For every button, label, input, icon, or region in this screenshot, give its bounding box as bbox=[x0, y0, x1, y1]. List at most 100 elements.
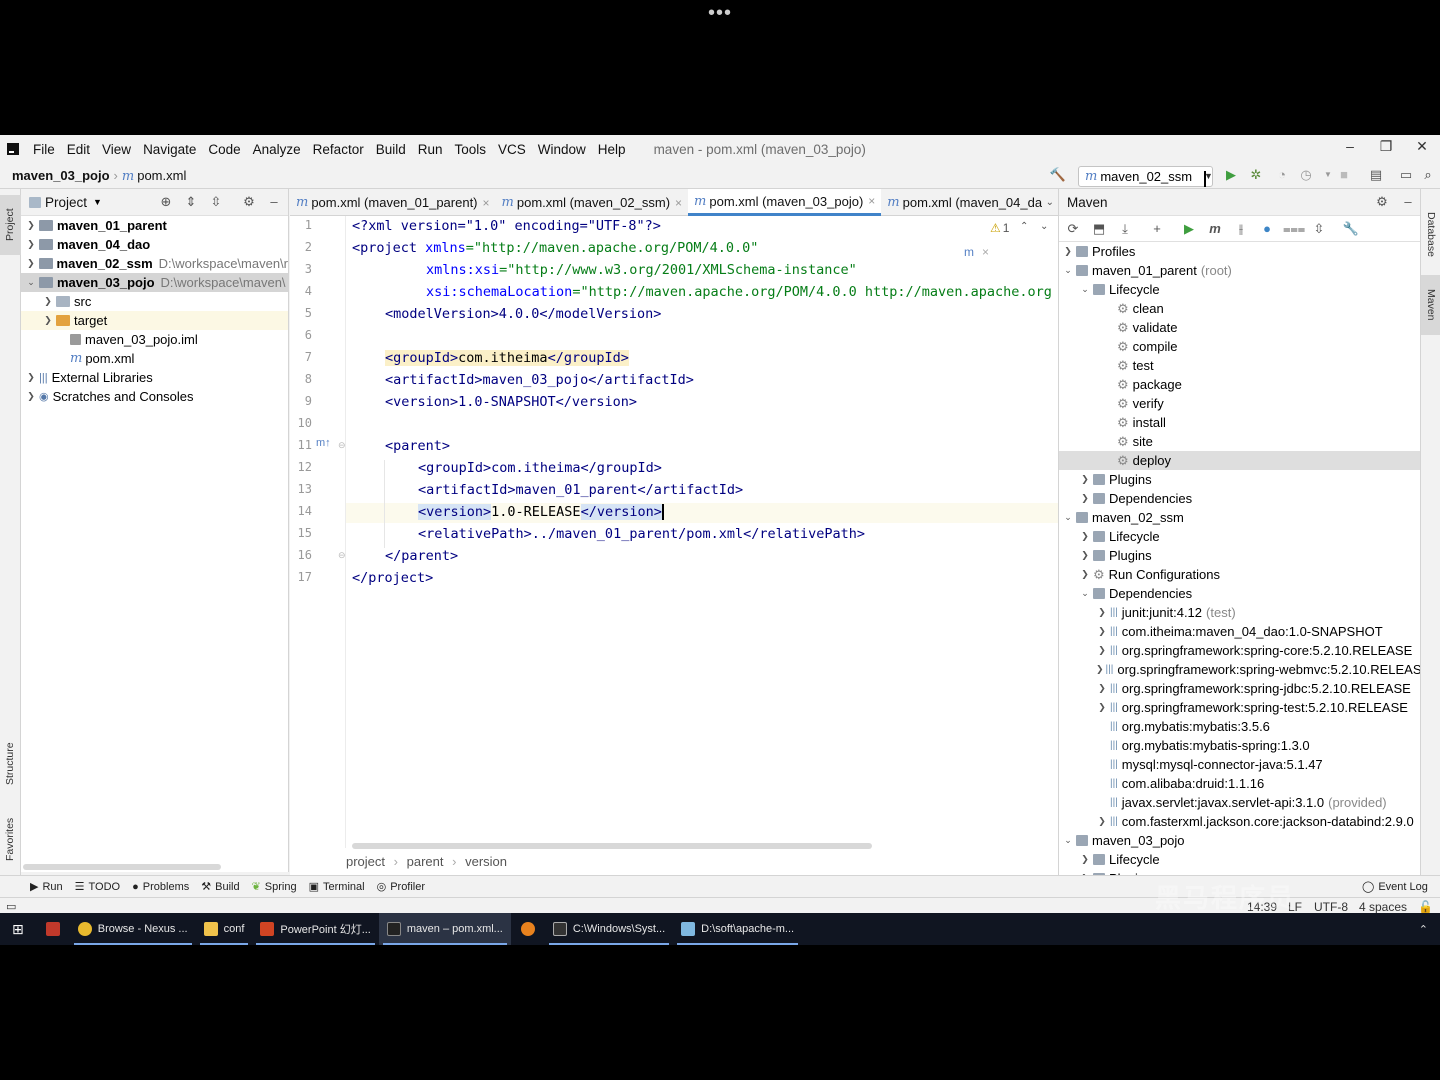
structure-tool-tab[interactable]: Structure bbox=[0, 729, 21, 799]
stop-icon[interactable]: ■ bbox=[1334, 165, 1354, 185]
chevron-right-icon[interactable]: ❯ bbox=[25, 391, 37, 402]
breadcrumb-project[interactable]: project bbox=[346, 854, 385, 869]
chevron-right-icon[interactable]: ❯ bbox=[1079, 493, 1091, 504]
maven-goal-compile[interactable]: ⚙ compile bbox=[1059, 337, 1420, 356]
chevron-right-icon[interactable]: ❯ bbox=[1096, 626, 1108, 637]
toggle-offline-icon[interactable]: ⫲ bbox=[1231, 219, 1251, 239]
maven-dependency[interactable]: ||| mysql:mysql-connector-java:5.1.47 bbox=[1059, 755, 1420, 774]
menu-navigate[interactable]: Navigate bbox=[137, 142, 202, 157]
gear-icon[interactable]: ⚙ bbox=[1373, 193, 1391, 211]
maven-tool-tab[interactable]: Maven bbox=[1421, 275, 1440, 335]
maven-item-lifecycle[interactable]: ❯ Lifecycle bbox=[1059, 850, 1420, 869]
chevron-right-icon[interactable]: ❯ bbox=[42, 296, 54, 307]
chevron-down-icon[interactable]: ⌄ bbox=[1062, 265, 1074, 276]
more-options-icon[interactable]: ••• bbox=[700, 3, 740, 23]
lock-icon[interactable]: 🔓 bbox=[1418, 900, 1433, 914]
profiler-tool-button[interactable]: ◎ Profiler bbox=[377, 880, 425, 894]
reload-icon[interactable]: ⟳ bbox=[1063, 219, 1083, 239]
chevron-down-icon[interactable]: ⌄ bbox=[1062, 512, 1074, 523]
chevron-down-icon[interactable]: ⌄ bbox=[1062, 835, 1074, 846]
profile-icon[interactable]: ◷ bbox=[1296, 165, 1316, 185]
close-tab-icon[interactable]: × bbox=[675, 196, 682, 210]
chevron-right-icon[interactable]: ❯ bbox=[25, 372, 37, 383]
project-view-selector[interactable]: Project bbox=[45, 195, 87, 210]
debug-icon[interactable]: ✲ bbox=[1246, 165, 1266, 185]
chevron-right-icon[interactable]: ❯ bbox=[1079, 474, 1091, 485]
maven-dependency[interactable]: ❯ ||| com.itheima:maven_04_dao:1.0-SNAPSHO… bbox=[1059, 622, 1420, 641]
chevron-right-icon[interactable]: ❯ bbox=[1096, 702, 1108, 713]
navigate-to-parent-icon[interactable]: m↑ bbox=[316, 437, 331, 449]
chevron-right-icon[interactable]: ❯ bbox=[1096, 664, 1104, 675]
minimize-icon[interactable]: – bbox=[1332, 135, 1368, 159]
run-tool-button[interactable]: ▶ Run bbox=[30, 880, 63, 894]
maven-dependency[interactable]: ❯ ||| org.springframework:spring-test:5.2.… bbox=[1059, 698, 1420, 717]
maven-goal-package[interactable]: ⚙ package bbox=[1059, 375, 1420, 394]
chevron-down-icon[interactable]: ⌄ bbox=[25, 277, 37, 288]
chevron-right-icon[interactable]: ❯ bbox=[1079, 550, 1091, 561]
chevron-right-icon[interactable]: ❯ bbox=[1096, 683, 1108, 694]
maven-goal-clean[interactable]: ⚙ clean bbox=[1059, 299, 1420, 318]
collapse-all-icon[interactable]: ⇳ bbox=[1309, 219, 1329, 239]
chevron-right-icon[interactable]: ❯ bbox=[1079, 531, 1091, 542]
skip-tests-icon[interactable]: ● bbox=[1257, 219, 1277, 239]
menu-analyze[interactable]: Analyze bbox=[247, 142, 307, 157]
favorites-tool-tab[interactable]: Favorites bbox=[0, 809, 21, 869]
nav-crumb-file[interactable]: m pom.xml bbox=[122, 168, 186, 184]
close-icon[interactable]: ✕ bbox=[1404, 135, 1440, 159]
menu-tools[interactable]: Tools bbox=[449, 142, 493, 157]
taskbar-powerpoint[interactable]: PowerPoint 幻灯... bbox=[252, 913, 378, 945]
close-tab-icon[interactable]: × bbox=[483, 196, 490, 210]
maven-item-maven-02-ssm[interactable]: ⌄ maven_02_ssm bbox=[1059, 508, 1420, 527]
maven-dependency[interactable]: ❯ ||| junit:junit:4.12 (test) bbox=[1059, 603, 1420, 622]
nav-crumb-project[interactable]: maven_03_pojo bbox=[0, 168, 110, 183]
taskbar-chrome[interactable]: Browse - Nexus ... bbox=[70, 913, 196, 945]
wrench-icon[interactable]: 🔧 bbox=[1341, 219, 1361, 239]
chevron-right-icon[interactable]: ❯ bbox=[1079, 854, 1091, 865]
show-dependencies-icon[interactable]: ⩶ bbox=[1283, 219, 1305, 239]
chevron-right-icon[interactable]: ❯ bbox=[1079, 569, 1091, 580]
maven-goal-test[interactable]: ⚙ test bbox=[1059, 356, 1420, 375]
hide-panel-icon[interactable]: – bbox=[265, 193, 283, 211]
maven-dependency[interactable]: ||| org.mybatis:mybatis:3.5.6 bbox=[1059, 717, 1420, 736]
maven-item-maven-01-parent[interactable]: ⌄ maven_01_parent (root) bbox=[1059, 261, 1420, 280]
run-configuration-select[interactable]: m maven_02_ssm ▼ bbox=[1078, 166, 1213, 187]
chevron-right-icon[interactable]: ❯ bbox=[1096, 816, 1108, 827]
project-structure-icon[interactable]: ▤ bbox=[1366, 165, 1386, 185]
tree-item-target[interactable]: ❯ target bbox=[21, 311, 288, 330]
taskbar-notepad[interactable]: D:\soft\apache-m... bbox=[673, 913, 802, 945]
tree-item-maven-02-ssm[interactable]: ❯ maven_02_ssm D:\workspace\maven\r bbox=[21, 254, 288, 273]
maven-dependency[interactable]: ||| javax.servlet:javax.servlet-api:3.1.0… bbox=[1059, 793, 1420, 812]
spring-tool-button[interactable]: ❦ Spring bbox=[252, 880, 297, 894]
maven-item-plugins[interactable]: ❯Plugins bbox=[1059, 546, 1420, 565]
maven-dependency[interactable]: ||| com.alibaba:druid:1.1.16 bbox=[1059, 774, 1420, 793]
coverage-icon[interactable]: ◔ bbox=[1272, 165, 1292, 185]
fold-icon[interactable]: ⊖ bbox=[338, 440, 346, 451]
menu-edit[interactable]: Edit bbox=[61, 142, 96, 157]
run-icon[interactable]: ▶ bbox=[1179, 219, 1199, 239]
database-tool-tab[interactable]: Database bbox=[1421, 199, 1440, 269]
chevron-right-icon[interactable]: ❯ bbox=[1096, 607, 1108, 618]
menu-code[interactable]: Code bbox=[202, 142, 246, 157]
maven-item-run-configurations[interactable]: ❯ ⚙ Run Configurations bbox=[1059, 565, 1420, 584]
status-panel-icon[interactable]: ▭ bbox=[6, 900, 16, 913]
search-icon[interactable]: ⌕ bbox=[1418, 165, 1438, 185]
maven-item-lifecycle[interactable]: ❯ Lifecycle bbox=[1059, 527, 1420, 546]
chevron-down-icon[interactable]: ▼ bbox=[93, 197, 102, 207]
indent-setting[interactable]: 4 spaces bbox=[1359, 900, 1407, 914]
menu-vcs[interactable]: VCS bbox=[492, 142, 532, 157]
restore-icon[interactable]: ❐ bbox=[1368, 135, 1404, 159]
taskbar-intellij[interactable]: maven – pom.xml... bbox=[378, 913, 511, 945]
chevron-right-icon[interactable]: ❯ bbox=[42, 315, 54, 326]
file-encoding[interactable]: UTF-8 bbox=[1314, 900, 1348, 914]
tree-item-iml-file[interactable]: maven_03_pojo.iml bbox=[21, 330, 288, 349]
chevron-right-icon[interactable]: ❯ bbox=[25, 258, 37, 269]
close-tab-icon[interactable]: × bbox=[868, 194, 875, 208]
maven-item-dependencies[interactable]: ❯ Dependencies bbox=[1059, 489, 1420, 508]
maven-item-maven-03-pojo[interactable]: ⌄ maven_03_pojo bbox=[1059, 831, 1420, 850]
chevron-down-icon[interactable]: ⌄ bbox=[1079, 284, 1091, 295]
taskbar-app-icon[interactable] bbox=[36, 913, 70, 945]
tree-item-maven-03-pojo[interactable]: ⌄ maven_03_pojo D:\workspace\maven\ bbox=[21, 273, 288, 292]
hide-panel-icon[interactable]: – bbox=[1399, 193, 1417, 211]
maven-goal-verify[interactable]: ⚙ verify bbox=[1059, 394, 1420, 413]
menu-refactor[interactable]: Refactor bbox=[307, 142, 370, 157]
